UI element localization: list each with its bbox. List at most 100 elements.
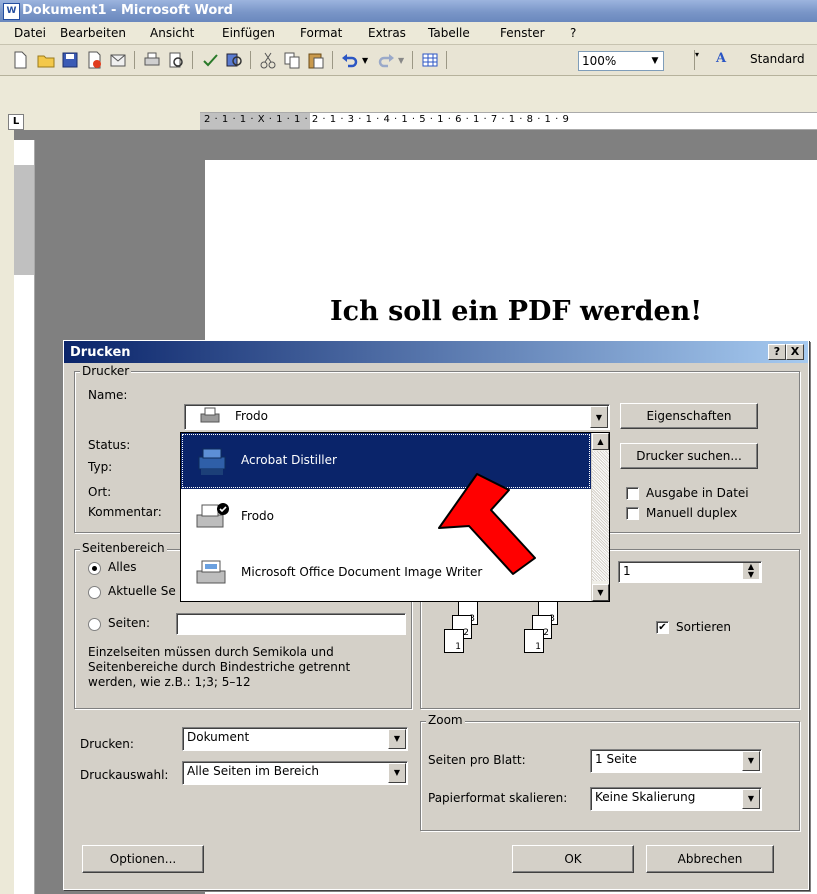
help-button[interactable]: ? xyxy=(768,344,786,360)
chevron-down-icon[interactable]: ▼ xyxy=(742,751,760,771)
undo-icon[interactable] xyxy=(340,50,360,70)
zoom-group-label: Zoom xyxy=(426,713,465,727)
cut-icon[interactable] xyxy=(258,50,278,70)
copies-spinner[interactable]: ▲ ▼ xyxy=(743,563,759,579)
scroll-up-icon[interactable]: ▲ xyxy=(592,433,609,450)
print-what-value: Dokument xyxy=(187,730,250,744)
email-icon[interactable] xyxy=(108,50,128,70)
print-icon[interactable] xyxy=(142,50,162,70)
copies-stack-uncollated: 3 2 1 xyxy=(444,601,494,671)
print-to-file-checkbox[interactable] xyxy=(626,487,639,500)
pages-per-sheet-label: Seiten pro Blatt: xyxy=(428,753,526,767)
new-document-icon[interactable] xyxy=(10,50,30,70)
menu-datei[interactable]: Datei xyxy=(14,26,46,40)
redo-dropdown-icon[interactable]: ▼ xyxy=(398,56,404,65)
printer-name-combo[interactable]: Frodo ▼ xyxy=(184,404,610,430)
permission-icon[interactable] xyxy=(84,50,104,70)
toolbar-separator xyxy=(332,51,333,69)
insert-table-icon[interactable] xyxy=(420,50,440,70)
status-label: Status: xyxy=(88,438,131,452)
properties-button[interactable]: Eigenschaften xyxy=(620,403,758,429)
menu-einfuegen[interactable]: Einfügen xyxy=(222,26,275,40)
vertical-ruler[interactable] xyxy=(14,140,35,894)
save-icon[interactable] xyxy=(60,50,80,70)
standard-toolbar: ▼ ▼ 100% ▼ ▾ A Standard xyxy=(0,45,817,76)
range-all-radio[interactable] xyxy=(88,562,101,575)
pages-per-sheet-combo[interactable]: 1 Seite ▼ xyxy=(590,749,762,773)
location-label: Ort: xyxy=(88,485,112,499)
printer-option-label: Acrobat Distiller xyxy=(241,453,337,467)
print-selection-label: Druckauswahl: xyxy=(80,768,169,782)
menu-fenster[interactable]: Fenster xyxy=(500,26,545,40)
zoom-combo[interactable]: 100% ▼ xyxy=(578,51,664,71)
page-range-label: Seitenbereich xyxy=(80,541,167,555)
printer-group-label: Drucker xyxy=(80,364,132,378)
menu-ansicht[interactable]: Ansicht xyxy=(150,26,194,40)
menu-tabelle[interactable]: Tabelle xyxy=(428,26,470,40)
printer-icon xyxy=(196,560,226,584)
range-pages-label: Seiten: xyxy=(108,616,151,630)
pages-input[interactable] xyxy=(176,613,406,635)
collate-checkbox[interactable]: ✔ xyxy=(656,621,669,634)
copies-input[interactable]: 1 ▲ ▼ xyxy=(618,561,762,583)
zoom-value: 100% xyxy=(582,54,617,68)
spelling-icon[interactable] xyxy=(200,50,220,70)
printer-option-label: Frodo xyxy=(241,509,274,523)
sheet-1: 1 xyxy=(524,629,544,653)
scale-combo[interactable]: Keine Skalierung ▼ xyxy=(590,787,762,811)
research-icon[interactable] xyxy=(224,50,244,70)
print-to-file-label: Ausgabe in Datei xyxy=(646,486,749,500)
chevron-down-icon[interactable]: ▼ xyxy=(590,406,608,428)
annotation-arrow xyxy=(438,473,536,575)
undo-dropdown-icon[interactable]: ▼ xyxy=(362,56,368,65)
paste-icon[interactable] xyxy=(306,50,326,70)
range-current-radio[interactable] xyxy=(88,586,101,599)
printer-icon xyxy=(198,448,226,475)
scale-value: Keine Skalierung xyxy=(595,790,696,804)
type-label: Typ: xyxy=(88,460,113,474)
close-button[interactable]: X xyxy=(786,344,804,360)
print-selection-combo[interactable]: Alle Seiten im Bereich ▼ xyxy=(182,761,408,785)
range-hint: Einzelseiten müssen durch Semikola und S… xyxy=(88,645,351,689)
toolbar-options-icon[interactable]: ▾ xyxy=(694,50,703,70)
tab-selector[interactable]: L xyxy=(8,114,24,130)
menu-help[interactable]: ? xyxy=(570,26,576,40)
copies-value: 1 xyxy=(623,564,631,578)
open-folder-icon[interactable] xyxy=(36,50,56,70)
redo-icon[interactable] xyxy=(376,50,396,70)
manual-duplex-checkbox[interactable] xyxy=(626,507,639,520)
menu-format[interactable]: Format xyxy=(300,26,342,40)
comment-label: Kommentar: xyxy=(88,505,162,519)
dialog-title: Drucken xyxy=(70,345,131,360)
menu-bearbeiten[interactable]: Bearbeiten xyxy=(60,26,126,40)
printer-name-value: Frodo xyxy=(235,409,268,423)
toolbar-separator xyxy=(250,51,251,69)
print-selection-value: Alle Seiten im Bereich xyxy=(187,764,319,778)
print-what-combo[interactable]: Dokument ▼ xyxy=(182,727,408,751)
scroll-track[interactable] xyxy=(592,451,609,581)
find-printer-button[interactable]: Drucker suchen... xyxy=(620,443,758,469)
horizontal-ruler[interactable]: 2 · 1 · 1 · X · 1 · 1 · 2 · 1 · 3 · 1 · … xyxy=(200,112,817,130)
name-label: Name: xyxy=(88,388,128,402)
print-preview-icon[interactable] xyxy=(166,50,186,70)
collate-label: Sortieren xyxy=(676,620,731,634)
chevron-down-icon[interactable]: ▼ xyxy=(647,52,663,70)
options-button[interactable]: Optionen... xyxy=(82,845,204,873)
printer-default-icon xyxy=(196,503,229,528)
range-pages-radio[interactable] xyxy=(88,618,101,631)
chevron-down-icon[interactable]: ▼ xyxy=(388,763,406,783)
toolbar-separator xyxy=(446,51,447,69)
ok-button[interactable]: OK xyxy=(512,845,634,873)
cancel-button[interactable]: Abbrechen xyxy=(646,845,774,873)
scroll-down-icon[interactable]: ▼ xyxy=(592,584,609,601)
toolbar-separator xyxy=(134,51,135,69)
menu-extras[interactable]: Extras xyxy=(368,26,406,40)
copy-icon[interactable] xyxy=(282,50,302,70)
styles-pane-icon[interactable]: A xyxy=(716,51,742,66)
dropdown-scrollbar[interactable]: ▲ ▼ xyxy=(591,433,609,601)
style-box[interactable]: Standard xyxy=(750,52,805,66)
word-app-icon[interactable]: W xyxy=(3,3,20,20)
left-strip xyxy=(0,130,14,894)
chevron-down-icon[interactable]: ▼ xyxy=(742,789,760,809)
chevron-down-icon[interactable]: ▼ xyxy=(388,729,406,749)
